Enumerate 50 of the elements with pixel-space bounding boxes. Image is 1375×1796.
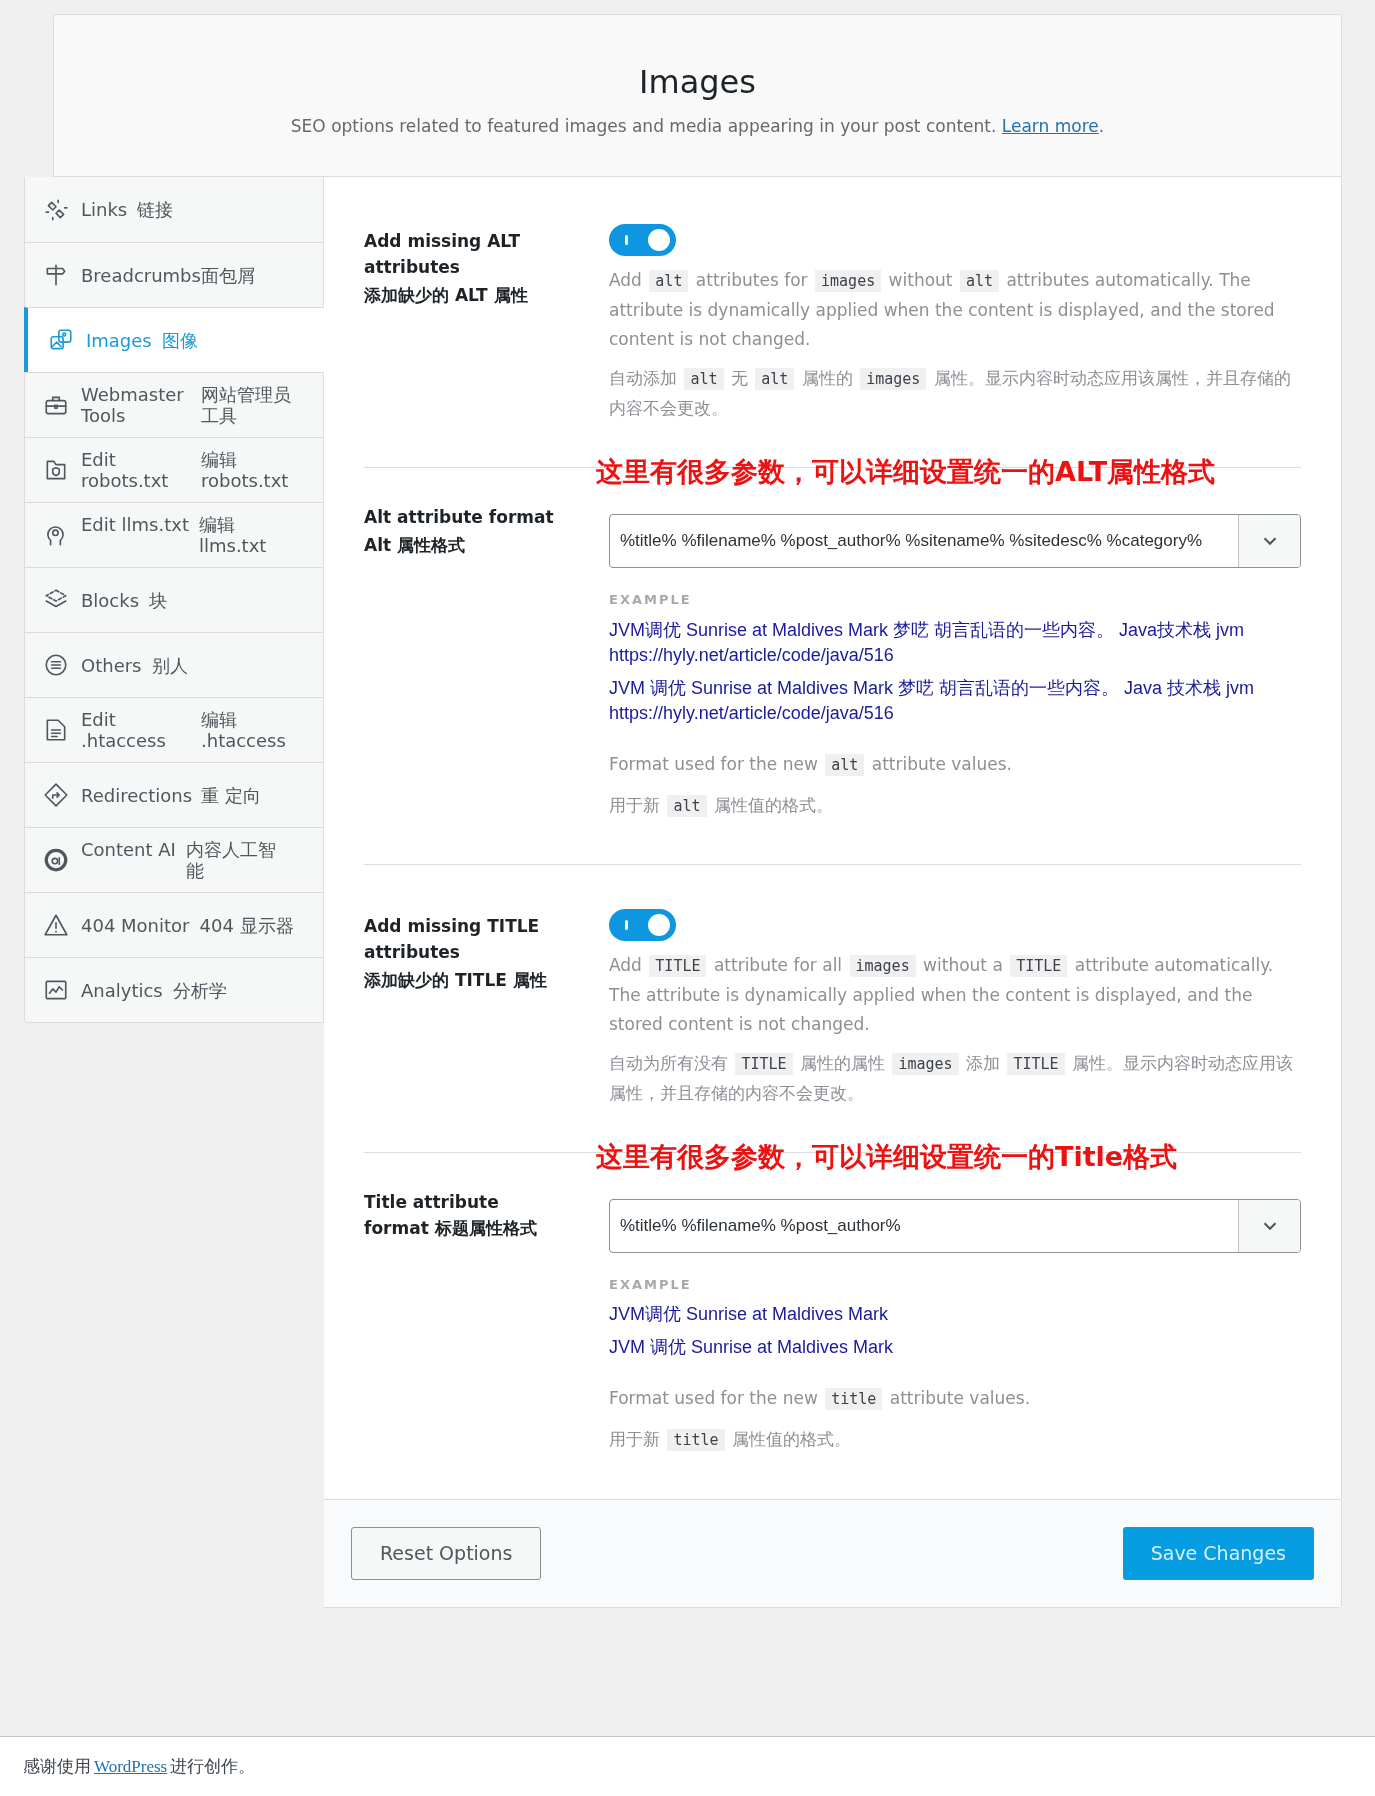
- sidebar-item[interactable]: Edit robots.txt 编辑 robots.txt: [25, 437, 323, 502]
- warning-icon: [43, 912, 69, 938]
- toggle-switch[interactable]: [609, 908, 676, 941]
- example-label: EXAMPLE: [609, 1275, 693, 1294]
- list-circle-icon: [43, 652, 69, 678]
- example-text: JVM调优 Sunrise at Maldives Mark 梦呓 胡言乱语的一些内容。 Java技术栈 jvm https://hyly.net/article/code/java/516: [609, 618, 1246, 667]
- field-description: 自动为所有没有 TITLE 属性的属性 images 添加 TITLE 属性。显示内容时动态应用该属性，并且存储的内容不会更改。: [609, 1051, 1294, 1105]
- example-text: JVM 调优 Sunrise at Maldives Mark: [609, 1336, 895, 1359]
- field-description: 自动添加 alt 无 alt 属性的 images 属性。显示内容时动态应用该属性，并且存储的内容不会更改。: [609, 367, 1292, 420]
- page-title: Images: [639, 61, 756, 103]
- wordpress-link[interactable]: WordPress: [94, 1756, 168, 1776]
- sidebar-item[interactable]: Analytics 分析学: [25, 957, 323, 1022]
- sidebar-item[interactable]: Webmaster Tools 网站管理员工具: [25, 372, 323, 437]
- format-select[interactable]: %title% %filename% %post_author%: [609, 1198, 1301, 1253]
- sidebar-item[interactable]: Content AI 内容人工智能: [25, 827, 323, 892]
- reset-options-button[interactable]: Reset Options: [351, 1527, 542, 1580]
- field-label: Alt 属性格式: [364, 534, 467, 557]
- sidebar-item[interactable]: Edit llms.txt 编辑 llms.txt: [25, 502, 323, 567]
- field-label: Alt attribute format: [364, 506, 555, 529]
- sidebar-item[interactable]: 404 Monitor 404 显示器: [25, 892, 323, 957]
- example-text: JVM调优 Sunrise at Maldives Mark: [609, 1303, 890, 1326]
- field-description: Add TITLE attribute for all images without a TITLE attribute automatically. The attribute is dynamically applied when the content is displayed, and the stored content is not changed.: [609, 953, 1275, 1036]
- redirect-icon: [43, 782, 69, 808]
- field-label: Add missing TITLE attributes: [364, 914, 541, 964]
- field-description: Add alt attributes for images without alt attributes automatically. The attribute is dynamically applied when the content is displayed, and the stored content is not changed.: [609, 269, 1276, 351]
- sidebar-item[interactable]: Blocks 块: [25, 567, 323, 632]
- footer-text: 感谢使用 WordPress 进行创作。: [23, 1754, 256, 1778]
- field-label: Add missing ALT attributes: [364, 230, 521, 279]
- sidebar-item[interactable]: Edit .htaccess 编辑 .htaccess: [25, 697, 323, 762]
- sidebar-item[interactable]: Redirections 重 定向: [25, 762, 323, 827]
- field-description: Format used for the new title attribute values.: [609, 1387, 1032, 1412]
- field-label: Title attribute format 标题属性格式: [364, 1190, 538, 1240]
- select-value: %title% %filename% %post_author% %sitename% %sitedesc% %category%: [619, 530, 1204, 553]
- field-description: 用于新 title 属性值的格式。: [609, 1428, 852, 1453]
- select-value: %title% %filename% %post_author%: [619, 1214, 902, 1237]
- field-description: Format used for the new alt attribute values.: [609, 752, 1013, 778]
- format-select[interactable]: %title% %filename% %post_author% %sitename% %sitedesc% %category%: [609, 514, 1301, 568]
- field-label: 添加缺少的 TITLE 属性: [364, 968, 548, 992]
- annotation-text: 这里有很多参数，可以详细设置统一的Title格式: [596, 1139, 1178, 1174]
- page-subtitle: SEO options related to featured images and media appearing in your post content. Learn more.: [290, 114, 1105, 138]
- annotation-text: 这里有很多参数，可以详细设置统一的ALT属性格式: [596, 455, 1216, 489]
- sidebar-item[interactable]: Links 链接: [25, 177, 323, 242]
- field-label: 添加缺少的 ALT 属性: [364, 284, 529, 307]
- example-text: JVM 调优 Sunrise at Maldives Mark 梦呓 胡言乱语的一些内容。 Java 技术栈 jvm https://hyly.net/article/code/java/516: [609, 676, 1256, 725]
- field-description: 用于新 alt 属性值的格式。: [609, 793, 834, 819]
- learn-more-link[interactable]: Learn more: [1001, 115, 1099, 136]
- ai-icon: [43, 847, 69, 873]
- toggle-switch[interactable]: [609, 224, 676, 256]
- sidebar-item[interactable]: Others 别人: [25, 632, 323, 697]
- example-label: EXAMPLE: [609, 591, 693, 609]
